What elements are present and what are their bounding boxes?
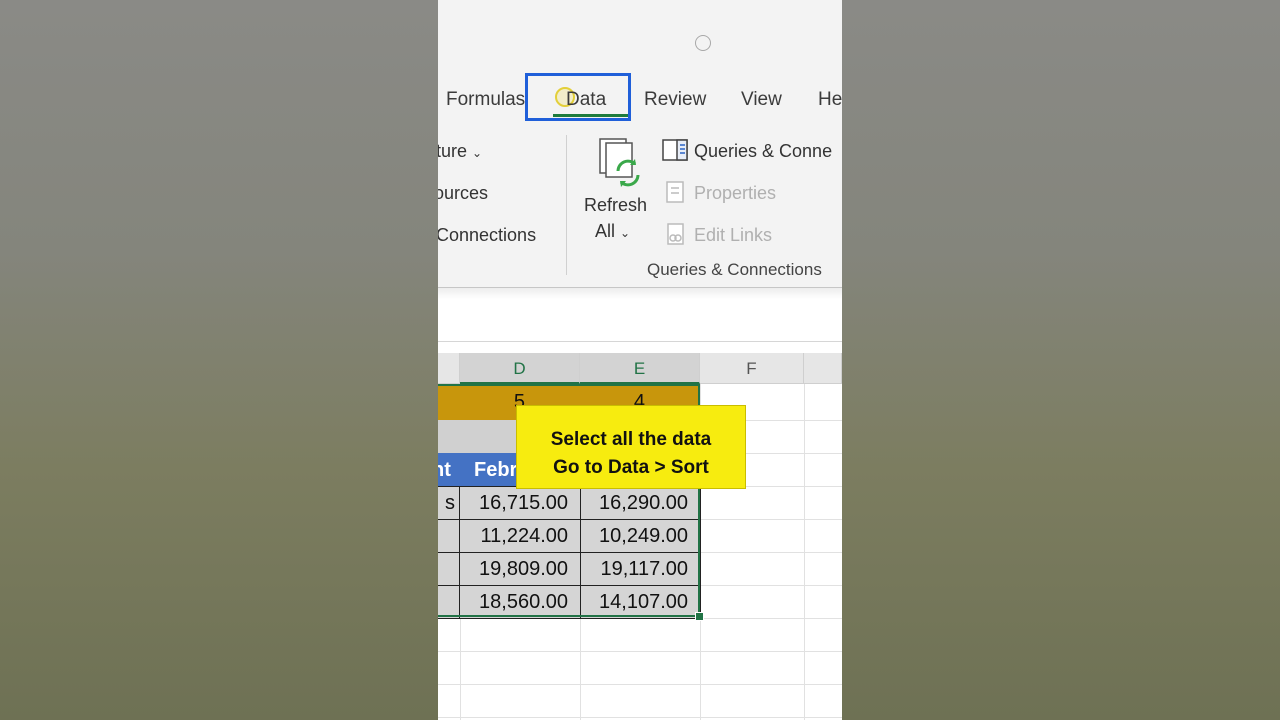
ribbon-panel: ture ⌄ ources Connections Refresh All ⌄ … bbox=[438, 127, 842, 288]
ribbon-tabs: Formulas Data Review View He bbox=[438, 73, 842, 127]
gridline bbox=[438, 717, 842, 718]
queries-connections-icon bbox=[662, 139, 688, 161]
callout-line-1: Select all the data bbox=[550, 429, 712, 450]
edit-links-button[interactable]: Edit Links bbox=[694, 225, 772, 246]
edit-links-icon bbox=[667, 223, 684, 245]
window-control-icon[interactable] bbox=[695, 35, 711, 51]
column-header-d[interactable]: D bbox=[460, 353, 580, 384]
chevron-down-icon: ⌄ bbox=[620, 226, 631, 240]
tab-view[interactable]: View bbox=[741, 89, 782, 111]
formula-bar[interactable] bbox=[438, 299, 842, 342]
callout-line-2: Go to Data > Sort bbox=[553, 457, 709, 478]
group-separator bbox=[566, 135, 567, 275]
connections-button[interactable]: Connections bbox=[438, 225, 536, 246]
properties-icon bbox=[666, 181, 684, 203]
refresh-all-dropdown[interactable]: All ⌄ bbox=[595, 221, 630, 242]
title-bar bbox=[438, 0, 842, 75]
instruction-callout: Select all the data Go to Data > Sort bbox=[516, 405, 746, 489]
gridline bbox=[438, 684, 842, 685]
tab-help[interactable]: He bbox=[818, 89, 842, 111]
column-header-g[interactable] bbox=[804, 353, 842, 384]
refresh-all-icon[interactable] bbox=[596, 137, 644, 189]
excel-window: Formulas Data Review View He ture ⌄ ourc… bbox=[438, 0, 842, 720]
tab-data[interactable]: Data bbox=[566, 89, 606, 111]
properties-button[interactable]: Properties bbox=[694, 183, 776, 204]
tab-review[interactable]: Review bbox=[644, 89, 706, 111]
sources-button[interactable]: ources bbox=[438, 183, 488, 204]
background-right bbox=[842, 0, 1280, 720]
fill-handle[interactable] bbox=[695, 612, 704, 621]
refresh-all-label[interactable]: Refresh bbox=[584, 195, 647, 216]
ribbon-shadow bbox=[438, 287, 842, 299]
queries-connections-group-label: Queries & Connections bbox=[647, 260, 822, 279]
gridline bbox=[438, 651, 842, 652]
chevron-down-icon: ⌄ bbox=[472, 146, 483, 160]
active-tab-underline bbox=[553, 114, 628, 117]
queries-connections-button[interactable]: Queries & Conne bbox=[694, 141, 832, 162]
tab-formulas[interactable]: Formulas bbox=[446, 89, 525, 111]
structure-dropdown[interactable]: ture ⌄ bbox=[438, 141, 482, 162]
column-header-f[interactable]: F bbox=[700, 353, 804, 384]
column-header-partial[interactable] bbox=[438, 353, 460, 384]
background-left bbox=[0, 0, 438, 720]
column-header-e[interactable]: E bbox=[580, 353, 700, 384]
